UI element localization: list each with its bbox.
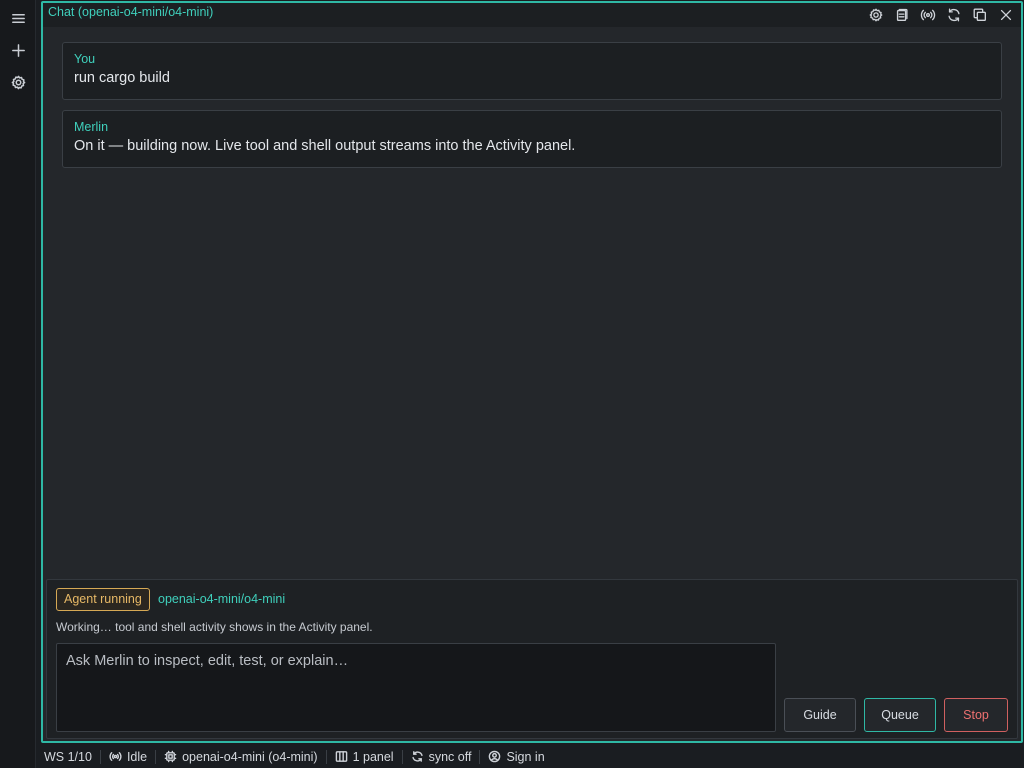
working-status-text: Working… tool and shell activity shows i… xyxy=(56,620,373,634)
composer: Agent running openai-o4-mini/o4-mini Wor… xyxy=(46,579,1018,739)
panel-title: Chat (openai-o4-mini/o4-mini) xyxy=(48,5,214,19)
model-indicator[interactable]: openai-o4-mini (o4-mini) xyxy=(155,749,325,764)
copy-icon[interactable] xyxy=(969,4,991,26)
hamburger-menu-icon[interactable] xyxy=(8,8,28,28)
prompt-input[interactable] xyxy=(56,643,776,732)
message-author: Merlin xyxy=(74,120,109,134)
settings-gear-icon[interactable] xyxy=(865,4,887,26)
workspace-label: WS 1/10 xyxy=(44,749,92,764)
user-icon xyxy=(489,750,501,763)
chat-panel: Chat (openai-o4-mini/o4-mini) You run ca… xyxy=(41,1,1023,743)
model-status-label: openai-o4-mini (o4-mini) xyxy=(182,749,318,764)
plus-icon[interactable] xyxy=(8,40,28,60)
composer-model-label: openai-o4-mini/o4-mini xyxy=(158,592,286,606)
panel-header: Chat (openai-o4-mini/o4-mini) xyxy=(43,3,1021,27)
message-text: run cargo build xyxy=(74,70,170,86)
panel-actions xyxy=(865,4,1017,26)
message-user: You run cargo build xyxy=(62,42,1002,100)
message-author: You xyxy=(74,52,96,66)
guide-button[interactable]: Guide xyxy=(784,698,856,732)
gear-icon[interactable] xyxy=(8,72,28,92)
activity-rail xyxy=(0,0,36,768)
panel-count-indicator[interactable]: 1 panel xyxy=(325,749,402,764)
agent-state-label: Idle xyxy=(126,749,148,764)
sign-in-label: Sign in xyxy=(506,749,545,764)
agent-status-badge: Agent running xyxy=(56,588,150,611)
chip-icon xyxy=(164,750,177,763)
status-bar: WS 1/10 Idle openai-o4-mini (o4-mini) 1 … xyxy=(36,745,1024,768)
columns-icon xyxy=(335,751,347,762)
message-assistant: Merlin On it — building now. Live tool a… xyxy=(62,110,1002,168)
broadcast-icon xyxy=(109,751,122,762)
message-text: On it — building now. Live tool and shel… xyxy=(74,138,576,154)
broadcast-icon[interactable] xyxy=(917,4,939,26)
message-list: You run cargo build Merlin On it — build… xyxy=(62,42,1002,178)
clipboard-icon[interactable] xyxy=(891,4,913,26)
sync-label: sync off xyxy=(428,749,472,764)
stop-button[interactable]: Stop xyxy=(944,698,1008,732)
refresh-icon[interactable] xyxy=(943,4,965,26)
agent-state-indicator[interactable]: Idle xyxy=(99,749,155,764)
sign-in-button[interactable]: Sign in xyxy=(479,749,552,764)
close-icon[interactable] xyxy=(995,4,1017,26)
queue-button[interactable]: Queue xyxy=(864,698,936,732)
panel-count-label: 1 panel xyxy=(352,749,394,764)
workspace-indicator[interactable]: WS 1/10 xyxy=(36,745,100,768)
sync-icon xyxy=(411,751,423,762)
sync-indicator[interactable]: sync off xyxy=(401,749,480,764)
